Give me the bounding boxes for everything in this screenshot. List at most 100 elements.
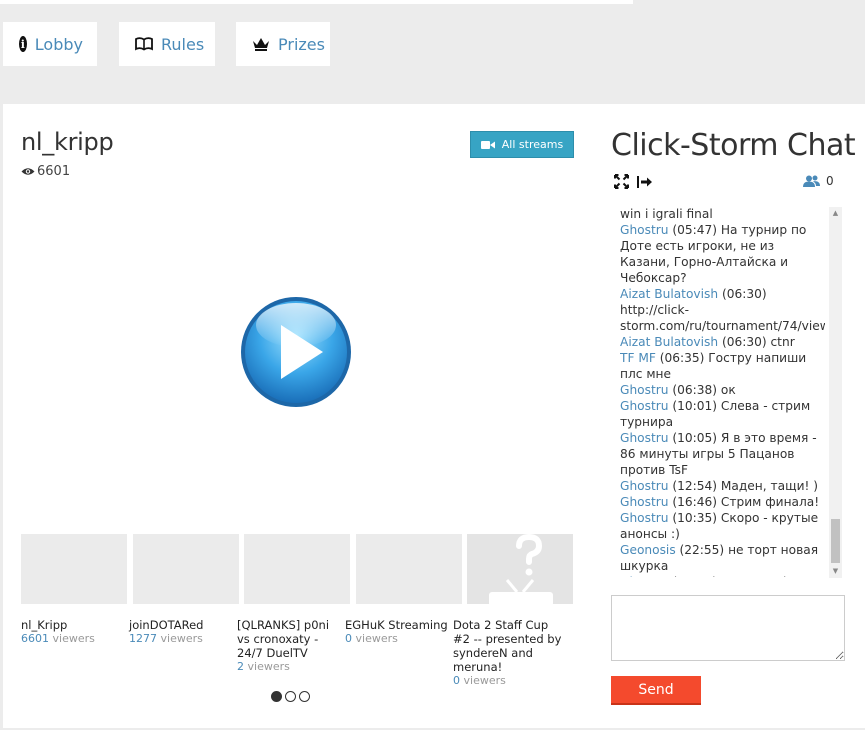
scroll-up-arrow-icon[interactable]: ▲ xyxy=(829,207,842,220)
chat-log[interactable]: win i igrali final Ghostru (05:47) На тур… xyxy=(620,197,825,577)
chat-message-user[interactable]: Ghostru xyxy=(620,383,669,397)
chat-message-input[interactable] xyxy=(611,595,845,661)
chat-message-user[interactable]: Ghostru xyxy=(620,575,669,577)
stream-caption-viewers: 0 xyxy=(453,674,460,687)
viewers-suffix: viewers xyxy=(460,674,506,687)
chat-user-count-value: 0 xyxy=(826,174,834,188)
carousel-dot[interactable] xyxy=(271,691,282,702)
no-preview-tv-icon xyxy=(489,533,553,606)
tab-prizes[interactable]: Prizes xyxy=(236,22,330,66)
viewers-suffix: viewers xyxy=(49,632,95,645)
main-panel: nl_kripp 6601 All streams nl_Kripp 6601 … xyxy=(3,104,865,728)
chat-message-time: (17:10) xyxy=(672,575,717,577)
play-button[interactable] xyxy=(239,295,353,409)
viewer-count: 6601 xyxy=(21,164,70,179)
tab-rules[interactable]: Rules xyxy=(119,22,215,66)
chat-message-user[interactable]: Ghostru xyxy=(620,495,669,509)
chat-message: Ghostru (12:54) Маден, тащи! ) xyxy=(620,478,825,494)
chat-message: win i igrali final xyxy=(620,206,825,222)
chat-message-text: ctnr xyxy=(770,335,795,349)
chat-title: Click-Storm Chat xyxy=(611,128,856,163)
chat-user-count: 0 xyxy=(803,174,834,188)
stream-caption: Dota 2 Staff Cup #2 -- presented by synd… xyxy=(453,618,565,688)
carousel-dot[interactable] xyxy=(285,691,296,702)
all-streams-label: All streams xyxy=(501,138,564,151)
stream-thumbnail[interactable] xyxy=(356,534,462,604)
tab-prizes-label: Prizes xyxy=(278,34,325,54)
chat-message-time: (10:05) xyxy=(672,431,718,445)
chat-message-user[interactable]: Ghostru xyxy=(620,399,669,413)
stream-thumbnail[interactable] xyxy=(21,534,127,604)
info-icon: i xyxy=(19,36,27,52)
chat-message: Ghostru (16:46) Стрим финала! xyxy=(620,494,825,510)
chat-message-time: (22:55) xyxy=(679,543,725,557)
stream-thumbnail[interactable] xyxy=(133,534,239,604)
viewers-suffix: viewers xyxy=(157,632,203,645)
viewers-suffix: viewers xyxy=(244,660,290,673)
chat-message-user[interactable]: Ghostru xyxy=(620,511,669,525)
all-streams-button[interactable]: All streams xyxy=(470,131,574,158)
eye-icon xyxy=(21,165,35,179)
carousel-dot[interactable] xyxy=(299,691,310,702)
stream-title: nl_kripp xyxy=(21,128,114,156)
chat-message: Ghostru (17:10) Почему? :) Старая была л… xyxy=(620,574,825,577)
carousel-pagination xyxy=(271,691,310,702)
chat-message: Ghostru (05:47) На турнир по Доте есть и… xyxy=(620,222,825,286)
chat-message-time: (06:30) xyxy=(721,335,767,349)
chat-message: Ghostru (10:35) Скоро - крутые анонсы :) xyxy=(620,510,825,542)
stream-caption-viewers: 2 xyxy=(237,660,244,673)
stream-thumbnail[interactable] xyxy=(244,534,350,604)
stream-caption-viewers: 1277 xyxy=(129,632,157,645)
chat-message: Geonosis (22:55) не торт новая шкурка xyxy=(620,542,825,574)
stream-caption: joinDOTARed 1277 viewers xyxy=(129,618,249,646)
stream-caption-title[interactable]: Dota 2 Staff Cup #2 -- presented by synd… xyxy=(453,618,565,674)
stream-caption-viewers: 6601 xyxy=(21,632,49,645)
chat-message-user[interactable]: TF MF xyxy=(620,351,656,365)
popout-arrow-icon[interactable] xyxy=(637,175,653,188)
chat-message-time: (06:35) xyxy=(659,351,705,365)
viewer-count-value: 6601 xyxy=(37,164,71,179)
tab-lobby-label: Lobby xyxy=(34,34,83,54)
chat-message-time: (16:46) xyxy=(672,495,718,509)
chat-message-user[interactable]: Ghostru xyxy=(620,223,669,237)
chat-message-user[interactable]: Aizat Bulatovish xyxy=(620,335,718,349)
send-button[interactable]: Send xyxy=(611,676,701,705)
chat-message-user[interactable]: Ghostru xyxy=(620,479,669,493)
stream-caption-title[interactable]: [QLRANKS] p0ni vs cronoxaty - 24/7 DuelT… xyxy=(237,618,341,660)
chat-message-text: http://click-storm.com/ru/tournament/74/… xyxy=(620,303,825,333)
chat-message: Aizat Bulatovish (06:30) http://click-st… xyxy=(620,286,825,334)
scrollbar-thumb[interactable] xyxy=(831,519,840,563)
chat-message: Ghostru (10:05) Я в это время - 86 минут… xyxy=(620,430,825,478)
stream-caption: [QLRANKS] p0ni vs cronoxaty - 24/7 DuelT… xyxy=(237,618,341,674)
chat-message-user[interactable]: Geonosis xyxy=(620,543,676,557)
chat-message-text: Стрим финала! xyxy=(720,495,820,509)
tab-rules-label: Rules xyxy=(161,34,205,54)
chat-message-time: (12:54) xyxy=(672,479,718,493)
chat-scrollbar[interactable]: ▲ ▼ xyxy=(829,207,842,578)
scroll-down-arrow-icon[interactable]: ▼ xyxy=(829,565,842,578)
chat-message-user[interactable]: Ghostru xyxy=(620,431,669,445)
chat-message: TF MF (06:35) Гостру напиши плс мне xyxy=(620,350,825,382)
stream-caption-title[interactable]: joinDOTARed xyxy=(129,618,249,632)
chat-message-time: (10:35) xyxy=(672,511,718,525)
tab-lobby[interactable]: i Lobby xyxy=(3,22,97,66)
fullscreen-icon[interactable] xyxy=(614,174,629,189)
chat-message-time: (06:38) xyxy=(672,383,718,397)
chat-toolbar xyxy=(614,174,653,189)
viewers-suffix: viewers xyxy=(352,632,398,645)
stream-caption-viewers: 0 xyxy=(345,632,352,645)
top-strip xyxy=(0,0,633,4)
chat-message-user[interactable]: Aizat Bulatovish xyxy=(620,287,718,301)
chat-message-time: (05:47) xyxy=(672,223,718,237)
book-icon xyxy=(135,37,153,51)
stream-caption-title[interactable]: EGHuK Streaming xyxy=(345,618,449,632)
chat-message: Ghostru (10:01) Слева - стрим турнира xyxy=(620,398,825,430)
stream-caption: EGHuK Streaming 0 viewers xyxy=(345,618,449,646)
stream-caption-title[interactable]: nl_Kripp xyxy=(21,618,141,632)
chat-message-text: ок xyxy=(720,383,736,397)
stream-thumbnail[interactable] xyxy=(467,533,573,606)
chat-message-time: (10:01) xyxy=(672,399,718,413)
chat-message: Ghostru (06:38) ок xyxy=(620,382,825,398)
crown-icon xyxy=(252,37,270,51)
chat-message-text: win i igrali final xyxy=(620,207,713,221)
